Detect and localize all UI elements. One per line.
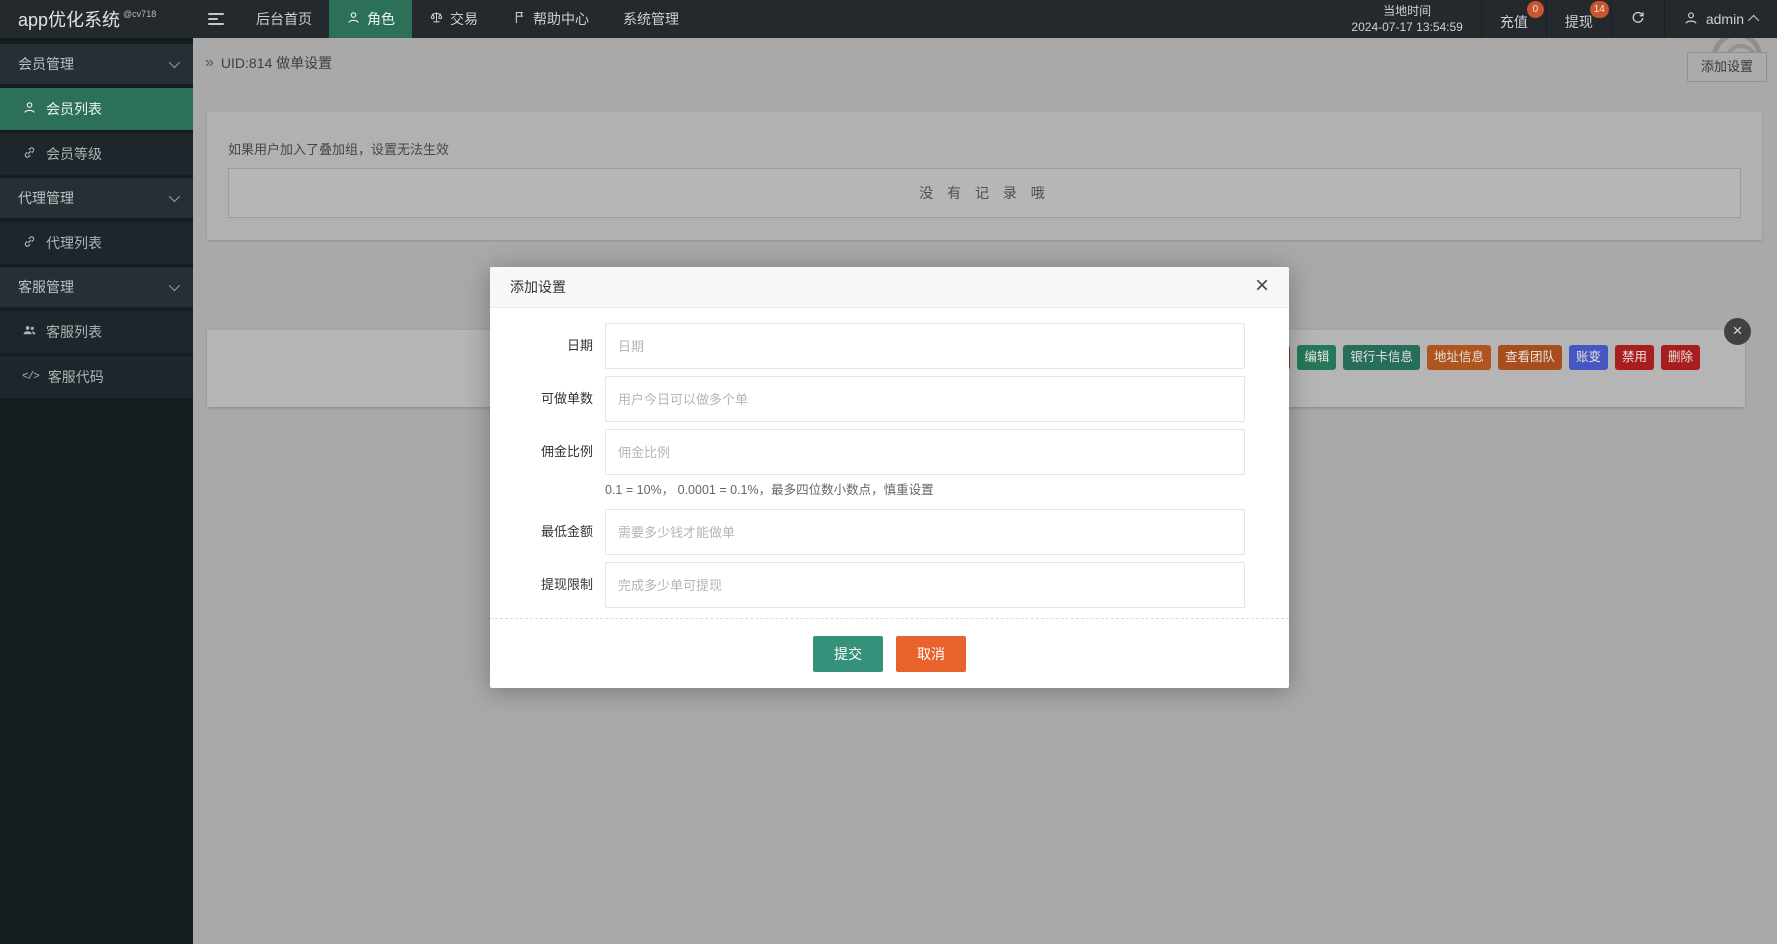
link-icon	[22, 234, 37, 252]
breadcrumb: » UID:814 做单设置	[205, 53, 332, 73]
account-change-button[interactable]: 账变	[1568, 345, 1608, 370]
withdraw-limit-input[interactable]	[605, 562, 1245, 608]
local-time-value: 2024-07-17 13:54:59	[1351, 20, 1463, 34]
tab-trade[interactable]: 交易	[412, 0, 495, 38]
sidebar-item-support-list[interactable]: 客服列表	[0, 311, 193, 353]
disable-button[interactable]: 禁用	[1614, 345, 1654, 370]
sidebar-item-agent-list[interactable]: 代理列表	[0, 222, 193, 264]
sidebar-group-agent-mgmt[interactable]: 代理管理	[0, 178, 193, 218]
user-icon	[1683, 10, 1699, 29]
recharge-menu-item[interactable]: 充值 0	[1480, 0, 1546, 38]
refresh-icon	[1630, 10, 1646, 29]
top-navigation: 后台首页 角色 交易 帮助中心 系统管理	[239, 0, 696, 38]
sidebar-group-support-mgmt[interactable]: 客服管理	[0, 267, 193, 307]
recharge-badge: 0	[1526, 1, 1544, 18]
page-header: » UID:814 做单设置 添加设置	[193, 32, 1777, 92]
form-row-min-amount: 最低金额	[490, 509, 1289, 555]
min-amount-input[interactable]	[605, 509, 1245, 555]
settings-card: 如果用户加入了叠加组，设置无法生效 没 有 记 录 哦	[207, 112, 1762, 240]
view-team-button[interactable]: 查看团队	[1497, 345, 1562, 370]
users-icon	[22, 323, 37, 341]
panel-close-button[interactable]: ×	[1724, 318, 1751, 345]
sidebar-item-member-level[interactable]: 会员等级	[0, 133, 193, 175]
app-logo: app优化系统 @cv718	[0, 0, 193, 38]
withdraw-menu-item[interactable]: 提现 14	[1545, 0, 1611, 38]
chevron-down-icon	[168, 56, 181, 69]
modal-close-icon[interactable]: ×	[1255, 274, 1269, 298]
order-count-input[interactable]	[605, 376, 1245, 422]
commission-input[interactable]	[605, 429, 1245, 475]
add-setting-button[interactable]: 添加设置	[1686, 52, 1767, 82]
local-time-label: 当地时间	[1383, 4, 1432, 18]
row-action-buttons: 额 编辑 银行卡信息 地址信息 查看团队 账变 禁用 删除	[1263, 345, 1700, 370]
modal-title: 添加设置	[510, 279, 566, 295]
refresh-button[interactable]	[1610, 0, 1664, 38]
link-icon	[22, 145, 37, 163]
chevron-down-icon	[168, 279, 181, 292]
sidebar-item-support-code[interactable]: </> 客服代码	[0, 356, 193, 398]
withdraw-badge: 14	[1589, 1, 1609, 18]
flag-icon	[512, 10, 527, 28]
app-title: app优化系统	[18, 10, 121, 30]
submit-button[interactable]: 提交	[813, 635, 883, 672]
form-row-commission: 佣金比例	[490, 429, 1289, 475]
delete-button[interactable]: 删除	[1660, 345, 1700, 370]
breadcrumb-arrows-icon: »	[205, 54, 214, 71]
address-info-button[interactable]: 地址信息	[1426, 345, 1491, 370]
commission-help-row: 0.1 = 10%， 0.0001 = 0.1%，最多四位数小数点，慎重设置	[490, 479, 1289, 499]
form-row-withdraw-limit: 提现限制	[490, 562, 1289, 608]
tab-system[interactable]: 系统管理	[606, 0, 696, 38]
person-icon	[346, 10, 361, 28]
modal-body: 日期 可做单数 佣金比例 0.1 = 10%， 0.0001 = 0.1%，最多…	[490, 308, 1289, 608]
add-setting-modal: 添加设置 × 日期 可做单数 佣金比例 0.1 = 10%， 0.0001 = …	[490, 267, 1289, 688]
notice-text: 如果用户加入了叠加组，设置无法生效	[228, 142, 450, 157]
tab-dashboard[interactable]: 后台首页	[239, 0, 329, 38]
commission-help-text: 0.1 = 10%， 0.0001 = 0.1%，最多四位数小数点，慎重设置	[605, 483, 934, 497]
withdraw-limit-label: 提现限制	[540, 577, 593, 592]
form-row-date: 日期	[490, 323, 1289, 369]
sidebar: 会员管理 会员列表 会员等级 代理管理 代理列表 客服管理 客服列表 </> 客…	[0, 38, 193, 944]
commission-label: 佣金比例	[540, 444, 593, 459]
empty-records-text: 没 有 记 录 哦	[919, 185, 1050, 201]
edit-button[interactable]: 编辑	[1297, 345, 1337, 370]
sidebar-item-member-list[interactable]: 会员列表	[0, 88, 193, 130]
local-time: 当地时间 2024-07-17 13:54:59	[1333, 0, 1480, 38]
app-version-badge: @cv718	[123, 9, 157, 19]
tab-help-center[interactable]: 帮助中心	[495, 0, 606, 38]
topbar-right: 当地时间 2024-07-17 13:54:59 充值 0 提现 14 admi…	[1333, 0, 1777, 38]
scales-icon	[429, 10, 444, 28]
date-input[interactable]	[605, 323, 1245, 369]
username: admin	[1705, 11, 1744, 27]
modal-header: 添加设置 ×	[490, 267, 1289, 308]
form-row-order-count: 可做单数	[490, 376, 1289, 422]
cancel-button[interactable]: 取消	[896, 635, 966, 672]
user-menu[interactable]: admin	[1663, 0, 1777, 38]
bank-card-info-button[interactable]: 银行卡信息	[1343, 345, 1420, 370]
code-icon: </>	[22, 371, 40, 383]
min-amount-label: 最低金额	[540, 524, 593, 539]
modal-footer: 提交 取消	[490, 618, 1289, 688]
page-title: UID:814 做单设置	[220, 55, 333, 71]
date-label: 日期	[566, 338, 593, 353]
order-count-label: 可做单数	[540, 391, 593, 406]
person-icon	[22, 100, 37, 118]
empty-records-box: 没 有 记 录 哦	[228, 168, 1741, 218]
menu-toggle-icon[interactable]	[193, 0, 239, 38]
chevron-down-icon	[168, 190, 181, 203]
tab-roles[interactable]: 角色	[329, 0, 412, 38]
chevron-up-icon	[1747, 14, 1760, 27]
sidebar-group-member-mgmt[interactable]: 会员管理	[0, 44, 193, 84]
close-icon: ×	[1732, 321, 1743, 340]
topbar: app优化系统 @cv718 后台首页 角色 交易 帮助中心 系统管理 当地时间…	[0, 0, 1777, 38]
